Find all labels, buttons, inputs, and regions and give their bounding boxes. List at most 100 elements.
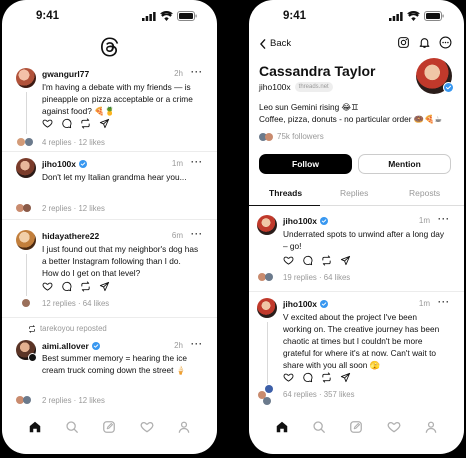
repost-icon[interactable]	[321, 372, 332, 383]
avatar[interactable]	[257, 298, 277, 318]
home-icon[interactable]	[275, 420, 289, 434]
username-text[interactable]: jiho100x	[283, 216, 317, 226]
replies-count[interactable]: 19 replies	[283, 273, 317, 282]
comment-icon[interactable]	[302, 255, 313, 266]
share-icon[interactable]	[340, 372, 351, 383]
like-icon[interactable]	[283, 372, 294, 383]
post-username[interactable]: hidayathere22	[42, 231, 99, 241]
handle-text: jiho100x	[259, 82, 291, 92]
repost-label[interactable]: tarekoyou reposted	[40, 324, 107, 333]
compose-icon[interactable]	[349, 420, 363, 434]
post-username[interactable]: aimi.allover	[42, 341, 100, 351]
activity-icon[interactable]	[387, 420, 401, 434]
search-icon[interactable]	[65, 420, 79, 434]
repost-icon[interactable]	[80, 281, 91, 292]
replies-count[interactable]: 64 replies	[283, 390, 317, 399]
likes-count[interactable]: 12 likes	[78, 396, 104, 405]
threads-logo-icon[interactable]	[100, 37, 119, 57]
follow-button[interactable]: Follow	[259, 154, 352, 174]
more-options-icon[interactable]: ···	[191, 339, 203, 349]
tab-threads[interactable]: Threads	[269, 188, 302, 198]
share-icon[interactable]	[340, 255, 351, 266]
search-icon[interactable]	[312, 420, 326, 434]
feed-post[interactable]: hidayathere22 6m ··· I just found out th…	[2, 226, 217, 318]
avatar[interactable]	[16, 230, 36, 250]
follower-avatar	[265, 132, 273, 141]
like-icon[interactable]	[283, 255, 294, 266]
feed-post[interactable]: aimi.allover 2h ··· Best summer memory =…	[2, 336, 217, 408]
followers-count[interactable]: 75k followers	[277, 132, 324, 141]
add-icon[interactable]	[28, 353, 37, 362]
comment-icon[interactable]	[61, 281, 72, 292]
comment-icon[interactable]	[302, 372, 313, 383]
post-stats[interactable]: 2 replies · 12 likes	[42, 204, 105, 213]
more-options-icon[interactable]: ···	[191, 229, 203, 239]
post-stats[interactable]: 4 replies · 12 likes	[42, 138, 105, 147]
like-icon[interactable]	[42, 281, 53, 292]
top-actions	[397, 36, 452, 49]
profile-icon[interactable]	[424, 420, 438, 434]
post-stats[interactable]: 12 replies · 64 likes	[42, 299, 109, 308]
username-text[interactable]: jiho100x	[283, 299, 317, 309]
likes-count[interactable]: 12 likes	[78, 138, 104, 147]
share-icon[interactable]	[99, 118, 110, 129]
post-username[interactable]: jiho100x	[283, 216, 328, 226]
mention-button[interactable]: Mention	[358, 154, 451, 174]
compose-icon[interactable]	[102, 420, 116, 434]
profile-icon[interactable]	[177, 420, 191, 434]
tab-replies[interactable]: Replies	[340, 188, 368, 198]
username-text[interactable]: aimi.allover	[42, 341, 89, 351]
repost-icon[interactable]	[80, 118, 91, 129]
more-options-icon[interactable]: ···	[191, 67, 203, 77]
back-button[interactable]: Back	[259, 38, 291, 49]
replies-count[interactable]: 4 replies	[42, 138, 71, 147]
likes-count[interactable]: 12 likes	[78, 204, 104, 213]
avatar[interactable]	[257, 215, 277, 235]
avatar[interactable]	[16, 68, 36, 88]
more-options-icon[interactable]: ···	[191, 157, 203, 167]
back-label[interactable]: Back	[270, 38, 291, 49]
replies-count[interactable]: 2 replies	[42, 396, 71, 405]
bell-icon[interactable]	[418, 36, 431, 49]
username-text[interactable]: jiho100x	[42, 159, 76, 169]
post-time: 2h	[174, 69, 183, 78]
more-options-icon[interactable]: ···	[438, 297, 450, 307]
profile-post[interactable]: jiho100x 1m ··· Underrated spots to unwi…	[249, 211, 464, 291]
home-icon[interactable]	[28, 420, 42, 434]
post-username[interactable]: gwangurl77	[42, 69, 89, 79]
feed-post[interactable]: jiho100x 1m ··· Don't let my Italian gra…	[2, 154, 217, 218]
tab-reposts[interactable]: Reposts	[409, 188, 440, 198]
share-icon[interactable]	[99, 281, 110, 292]
verified-badge-icon	[79, 160, 87, 168]
like-icon[interactable]	[42, 118, 53, 129]
likes-count[interactable]: 64 likes	[83, 299, 109, 308]
avatar[interactable]	[16, 158, 36, 178]
post-stats[interactable]: 2 replies · 12 likes	[42, 396, 105, 405]
bottom-nav	[249, 414, 464, 440]
reply-avatar	[263, 397, 271, 405]
likes-count[interactable]: 357 likes	[324, 390, 355, 399]
reply-avatar	[23, 396, 31, 404]
likes-count[interactable]: 64 likes	[324, 273, 350, 282]
stats-separator: ·	[73, 138, 77, 147]
more-icon[interactable]	[439, 36, 452, 49]
feed-post[interactable]: gwangurl77 2h ··· I'm having a debate wi…	[2, 64, 217, 152]
username-text[interactable]: gwangurl77	[42, 69, 89, 79]
profile-post[interactable]: jiho100x 1m ··· V excited about the proj…	[249, 294, 464, 406]
repost-icon[interactable]	[321, 255, 332, 266]
activity-icon[interactable]	[140, 420, 154, 434]
post-time: 1m	[171, 159, 183, 168]
post-username[interactable]: jiho100x	[42, 159, 87, 169]
more-options-icon[interactable]: ···	[438, 214, 450, 224]
comment-icon[interactable]	[61, 118, 72, 129]
domain-pill[interactable]: threads.net	[294, 82, 333, 92]
followers-row[interactable]: 75k followers	[259, 132, 324, 141]
username-text[interactable]: hidayathere22	[42, 231, 99, 241]
post-username[interactable]: jiho100x	[283, 299, 328, 309]
replies-count[interactable]: 12 replies	[42, 299, 76, 308]
instagram-icon[interactable]	[397, 36, 410, 49]
replies-count[interactable]: 2 replies	[42, 204, 71, 213]
post-stats[interactable]: 64 replies · 357 likes	[283, 390, 355, 399]
post-stats[interactable]: 19 replies · 64 likes	[283, 273, 350, 282]
repost-header[interactable]: tarekoyou reposted	[28, 324, 107, 333]
